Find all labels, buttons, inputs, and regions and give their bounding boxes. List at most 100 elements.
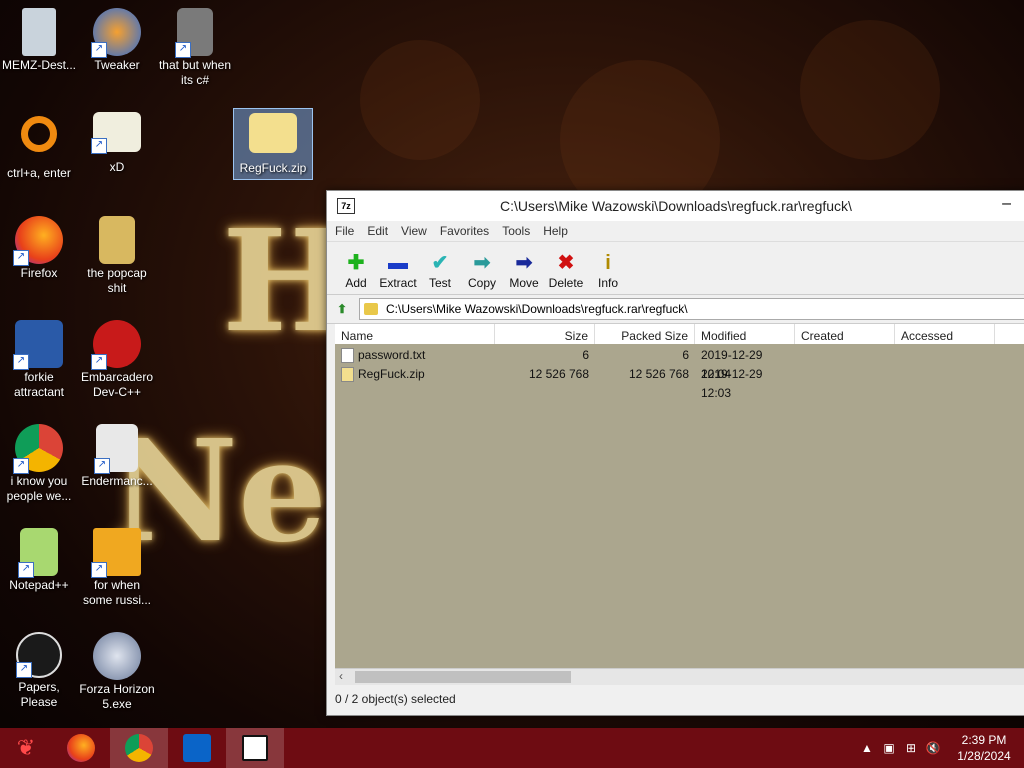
up-folder-button[interactable]: ⬆	[331, 299, 353, 319]
desktop-icon-forza[interactable]: Forza Horizon 5.exe	[78, 632, 156, 712]
menu-view[interactable]: View	[401, 224, 427, 238]
hxd-icon: ↗	[91, 112, 141, 154]
shortcut-arrow-icon: ↗	[13, 458, 29, 474]
file-packed-size: 12 526 768	[628, 367, 689, 381]
copy-button[interactable]: ➡ Copy	[461, 250, 503, 294]
title-bar[interactable]: 7z C:\Users\Mike Wazowski\Downloads\regf…	[327, 191, 1024, 221]
shortcut-arrow-icon: ↗	[16, 662, 32, 678]
menu-help[interactable]: Help	[543, 224, 568, 238]
file-list[interactable]: password.txt 6 6 2019-12-29 12:04 RegFuc…	[335, 344, 1024, 684]
desktop-icon-ctrl-a-enter[interactable]: ctrl+a, enter	[0, 112, 78, 181]
taskbar-7zip[interactable]	[226, 728, 284, 768]
de-icon: ↗	[91, 528, 141, 578]
copy-label: Copy	[467, 276, 496, 290]
taskbar-firefox[interactable]	[52, 728, 110, 768]
desktop-icon-for-when[interactable]: ↗ for when some russi...	[78, 528, 156, 608]
menu-file[interactable]: File	[335, 224, 354, 238]
ring-icon	[21, 116, 57, 152]
address-text: C:\Users\Mike Wazowski\Downloads\regfuck…	[386, 302, 688, 316]
desktop-icon-popcap[interactable]: the popcap shit	[78, 216, 156, 296]
test-label: Test	[428, 276, 451, 290]
clock-time: 2:39 PM	[961, 733, 1007, 747]
delete-button[interactable]: ✖ Delete	[545, 250, 587, 294]
desktop-icon-papers-please[interactable]: ↗ Papers, Please	[0, 632, 78, 710]
desktop-icon-firefox[interactable]: ↗ Firefox	[0, 216, 78, 281]
folder-icon	[364, 303, 378, 315]
list-item[interactable]: password.txt 6 6 2019-12-29 12:04	[335, 346, 1024, 381]
clock-date: 1/28/2024	[957, 749, 1011, 763]
scroll-left-icon[interactable]: ‹	[339, 669, 343, 683]
menu-favorites[interactable]: Favorites	[440, 224, 489, 238]
desktop-icon-label: Papers, Please	[18, 680, 60, 709]
taskbar-outlook[interactable]	[168, 728, 226, 768]
shortcut-arrow-icon: ↗	[91, 42, 107, 58]
clock[interactable]: 2:39 PM 1/28/2024	[944, 732, 1024, 764]
start-button[interactable]: ❦	[0, 728, 52, 768]
firefox-icon: ↗	[13, 216, 63, 266]
tray-expand-icon[interactable]: ▲	[856, 741, 878, 755]
taskbar: ❦ ▲ ▣ ⊞ 🔇 2:39 PM 1/28/2024	[0, 728, 1024, 768]
desktop-icon-tweaker[interactable]: ↗ Tweaker	[78, 8, 156, 73]
network-icon[interactable]: ⊞	[900, 741, 922, 755]
add-button[interactable]: ✚ Add	[335, 250, 377, 294]
file-modified: 2019-12-29 12:04	[701, 348, 763, 381]
delete-x-icon: ✖	[557, 252, 575, 274]
desktop-icon-label: RegFuck.zip	[239, 161, 307, 175]
bokeh-light	[360, 40, 480, 160]
horizontal-scrollbar[interactable]: ‹	[335, 668, 1024, 685]
windows-stack-icon: ↗	[175, 8, 213, 58]
desktop-icon-xd[interactable]: ↗ xD	[78, 112, 156, 175]
gear-monitor-icon: ↗	[13, 320, 63, 370]
sevenzip-window[interactable]: 7z C:\Users\Mike Wazowski\Downloads\regf…	[326, 190, 1024, 716]
menu-edit[interactable]: Edit	[367, 224, 388, 238]
desktop-icon-forkie[interactable]: ↗ forkie attractant	[0, 320, 78, 400]
toolbar: ✚ Add ▬ Extract ✔ Test ➡ Copy ➡ Move ✖ Delete …	[327, 242, 1024, 295]
scroll-thumb[interactable]	[355, 671, 571, 683]
info-label: Info	[597, 276, 618, 290]
action-center-icon[interactable]: ▣	[878, 741, 900, 755]
move-button[interactable]: ➡ Move	[503, 250, 545, 294]
check-icon: ✔	[431, 252, 449, 274]
file-size: 6	[582, 348, 589, 362]
devcpp-icon: ↗	[91, 320, 141, 370]
desktop-icon-recycle-bin[interactable]: MEMZ-Dest...	[0, 8, 78, 73]
desktop-icon-label: for when some russi...	[82, 578, 151, 607]
delete-label: Delete	[548, 276, 584, 290]
zip-folder-icon	[249, 113, 297, 153]
shortcut-arrow-icon: ↗	[18, 562, 34, 578]
desktop-icon-devcpp[interactable]: ↗ Embarcadero Dev-C++	[78, 320, 156, 400]
desktop-icon-label: Embarcadero Dev-C++	[80, 370, 154, 399]
desktop-icon-regfuck-zip[interactable]: RegFuck.zip	[233, 108, 313, 180]
desktop-icon-chrome[interactable]: ↗ i know you people we...	[0, 424, 78, 504]
window-title: C:\Users\Mike Wazowski\Downloads\regfuck…	[500, 198, 852, 214]
list-item[interactable]: RegFuck.zip 12 526 768 12 526 768 2019-1…	[335, 365, 1024, 400]
info-icon: i	[605, 252, 611, 274]
test-button[interactable]: ✔ Test	[419, 250, 461, 294]
plus-icon: ✚	[347, 252, 365, 274]
zip-file-icon	[341, 367, 354, 383]
desktop-icon-endermanch[interactable]: ↗ Endermanc...	[78, 424, 156, 489]
bokeh-light	[800, 20, 940, 160]
status-bar: 0 / 2 object(s) selected	[335, 689, 1024, 709]
extract-button[interactable]: ▬ Extract	[377, 250, 419, 294]
add-label: Add	[345, 276, 367, 290]
system-tray: ▲ ▣ ⊞ 🔇 2:39 PM 1/28/2024	[856, 728, 1024, 768]
info-button[interactable]: i Info	[587, 250, 629, 294]
minimize-button[interactable]: –	[1002, 195, 1011, 213]
desktop-icon-that-but-when[interactable]: ↗ that but when its c#	[156, 8, 234, 88]
desktop-icon-label: that but when its c#	[158, 58, 232, 87]
desktop-icon-label: Tweaker	[94, 58, 140, 72]
chrome-icon: ↗	[13, 424, 63, 474]
desktop-icon-notepadpp[interactable]: ↗ Notepad++	[0, 528, 78, 593]
shortcut-arrow-icon: ↗	[13, 250, 29, 266]
papers-please-icon: ↗	[16, 632, 62, 678]
flash-icon	[93, 632, 141, 680]
outlook-icon	[183, 734, 211, 762]
taskbar-chrome[interactable]	[110, 728, 168, 768]
minus-icon: ▬	[388, 252, 408, 274]
volume-muted-icon[interactable]: 🔇	[922, 741, 944, 755]
desktop-icon-label: ctrl+a, enter	[7, 166, 71, 180]
desktop-icon-label: i know you people we...	[6, 474, 72, 503]
address-input[interactable]: C:\Users\Mike Wazowski\Downloads\regfuck…	[359, 298, 1024, 320]
menu-tools[interactable]: Tools	[502, 224, 530, 238]
